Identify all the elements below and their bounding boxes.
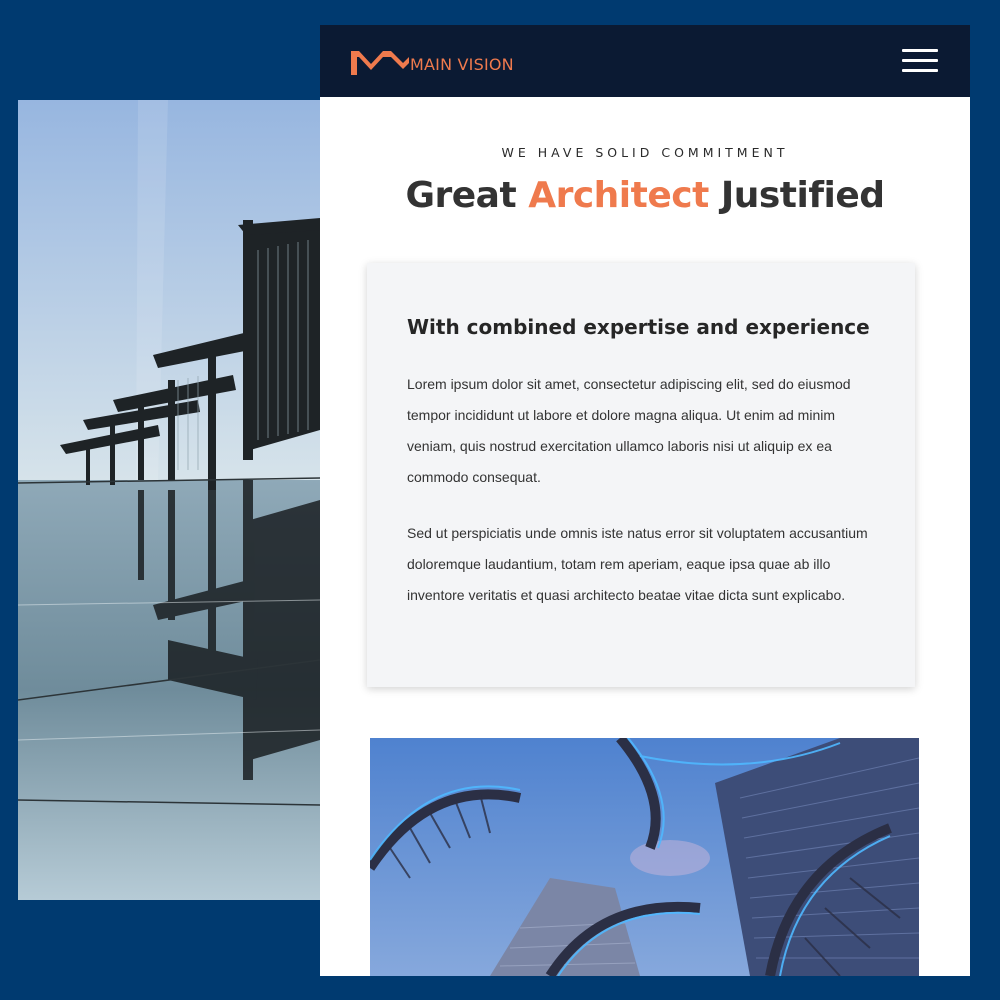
brand-logo-icon <box>351 51 409 75</box>
card-paragraph-2: Sed ut perspiciatis unde omnis iste natu… <box>407 525 868 603</box>
content-card: With combined expertise and experience L… <box>367 263 915 687</box>
page-mockup: MAIN VISION WE HAVE SOLID COMMITMENT Gre… <box>320 25 970 976</box>
mockup-stage: MAIN VISION WE HAVE SOLID COMMITMENT Gre… <box>0 0 1000 1000</box>
building-reflection-photo <box>18 100 320 900</box>
hamburger-menu-icon[interactable] <box>902 49 938 73</box>
top-navigation-bar: MAIN VISION <box>320 25 970 97</box>
hero-eyebrow: WE HAVE SOLID COMMITMENT <box>501 145 789 160</box>
skyscrapers-photo <box>370 738 919 976</box>
brand-logo[interactable]: MAIN VISION <box>351 47 514 75</box>
card-paragraph-1: Lorem ipsum dolor sit amet, consectetur … <box>407 376 851 485</box>
hero-title-part1: Great <box>405 175 529 216</box>
hero-title: Great Architect Justified <box>320 175 970 216</box>
hero-title-part2: Justified <box>708 175 885 216</box>
card-title: With combined expertise and experience <box>407 315 870 339</box>
hero-title-accent: Architect <box>528 175 709 216</box>
brand-name: MAIN VISION <box>410 55 514 74</box>
